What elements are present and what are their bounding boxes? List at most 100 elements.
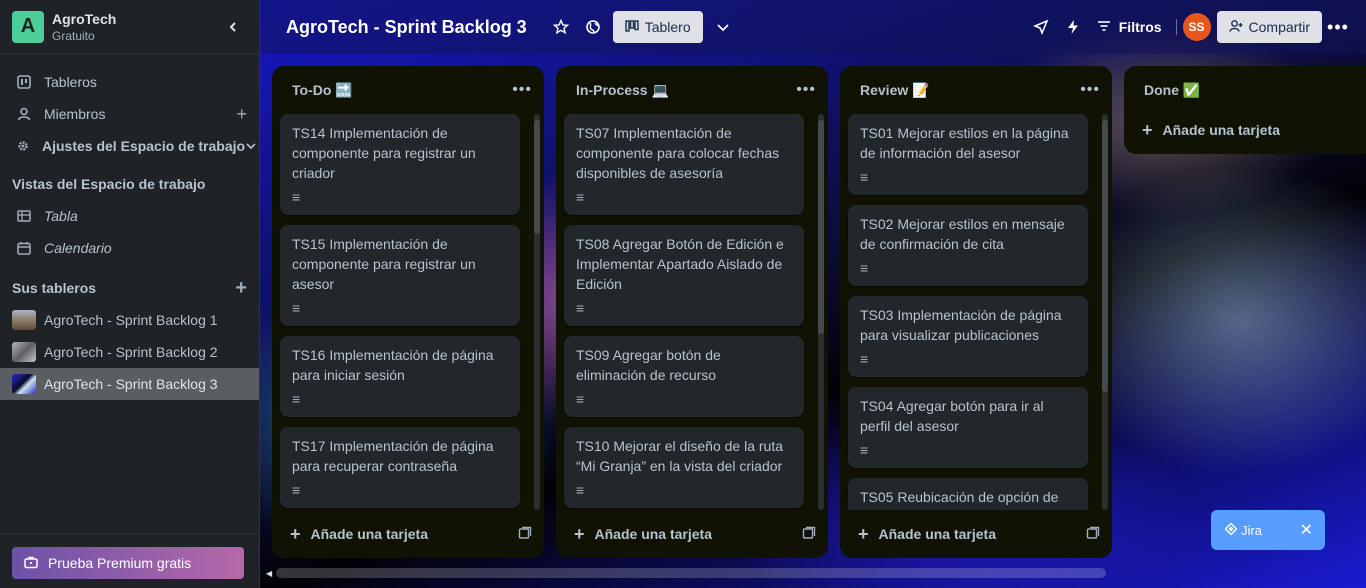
list-menu-icon[interactable]: ••• xyxy=(1080,81,1100,99)
sidebar-item-calendario[interactable]: Calendario xyxy=(0,232,259,264)
card[interactable]: TS08 Agregar Botón de Edición e Implemen… xyxy=(564,225,804,326)
card[interactable]: TS03 Implementación de página para visua… xyxy=(848,296,1088,377)
sidebar-item-label: Calendario xyxy=(44,240,112,256)
filters-label: Filtros xyxy=(1118,19,1162,35)
card[interactable]: TS14 Implementación de componente para r… xyxy=(280,114,520,215)
send-icon[interactable] xyxy=(1025,11,1057,43)
sidebar-item-miembros[interactable]: Miembros + xyxy=(0,98,259,130)
workspace-name[interactable]: AgroTech xyxy=(52,10,219,28)
more-icon[interactable]: ••• xyxy=(1322,11,1354,43)
workspace-logo[interactable]: A xyxy=(12,10,44,43)
card[interactable]: TS17 Implementación de página para recup… xyxy=(280,427,520,508)
sidebar-item-tableros[interactable]: Tableros xyxy=(0,66,259,98)
card-title: TS05 Reubicación de opción de xyxy=(860,489,1059,505)
list-title[interactable]: To-Do 🔜 xyxy=(292,82,512,99)
list-scrollbar-thumb[interactable] xyxy=(534,120,540,234)
template-icon[interactable] xyxy=(802,526,816,543)
board-scrollbar-thumb[interactable] xyxy=(276,568,1107,578)
add-person-icon xyxy=(1228,19,1243,36)
chevron-down-icon[interactable] xyxy=(245,136,257,157)
card[interactable]: TS10 Mejorar el diseño de la ruta “Mi Gr… xyxy=(564,427,804,508)
close-icon[interactable]: ✕ xyxy=(1300,520,1313,540)
board-view-button[interactable]: Tablero xyxy=(612,11,703,43)
sidebar-board-1[interactable]: AgroTech - Sprint Backlog 1 xyxy=(0,304,259,336)
card[interactable]: TS05 Reubicación de opción de xyxy=(848,478,1088,510)
list-scrollbar[interactable] xyxy=(534,114,540,510)
card-title: TS15 Implementación de componente para r… xyxy=(292,236,476,292)
add-card-button[interactable]: + Añade una tarjeta xyxy=(290,524,518,545)
add-card-label: Añade una tarjeta xyxy=(878,526,996,542)
description-icon: ≡ xyxy=(292,300,301,316)
card[interactable]: TS01 Mejorar estilos en la página de inf… xyxy=(848,114,1088,195)
card-title: TS14 Implementación de componente para r… xyxy=(292,125,476,181)
card-list: TS07 Implementación de componente para c… xyxy=(556,114,828,510)
collapse-sidebar-button[interactable] xyxy=(219,13,247,41)
list-title[interactable]: Review 📝 xyxy=(860,82,1080,99)
description-icon: ≡ xyxy=(860,260,869,276)
card-list: TS14 Implementación de componente para r… xyxy=(272,114,544,510)
views-title: Vistas del Espacio de trabajo xyxy=(12,176,206,192)
scroll-left-icon[interactable]: ◀ xyxy=(266,569,272,578)
card[interactable]: TS07 Implementación de componente para c… xyxy=(564,114,804,215)
card-title: TS07 Implementación de componente para c… xyxy=(576,125,780,181)
card[interactable]: TS16 Implementación de página para inici… xyxy=(280,336,520,417)
sidebar-item-tabla[interactable]: Tabla xyxy=(0,200,259,232)
list-todo: To-Do 🔜 ••• TS14 Implementación de compo… xyxy=(272,66,544,558)
list-scrollbar-thumb[interactable] xyxy=(1102,120,1108,392)
add-board-icon[interactable]: + xyxy=(235,277,247,300)
description-icon: ≡ xyxy=(292,482,301,498)
card-title: TS09 Agregar botón de eliminación de rec… xyxy=(576,347,721,383)
filter-icon xyxy=(1097,19,1111,35)
add-card-button[interactable]: + Añade una tarjeta xyxy=(858,524,1086,545)
premium-trial-button[interactable]: Prueba Premium gratis xyxy=(12,547,244,579)
list-footer: + Añade una tarjeta xyxy=(556,510,828,558)
list-menu-icon[interactable]: ••• xyxy=(512,81,532,99)
card[interactable]: TS15 Implementación de componente para r… xyxy=(280,225,520,326)
description-icon: ≡ xyxy=(576,391,585,407)
card-title: TS01 Mejorar estilos en la página de inf… xyxy=(860,125,1069,161)
board-horizontal-scrollbar[interactable]: ◀ xyxy=(260,566,1366,580)
add-card-button[interactable]: + Añade una tarjeta xyxy=(1124,114,1366,146)
board-view-label: Tablero xyxy=(644,19,691,35)
add-member-icon[interactable]: + xyxy=(236,104,247,125)
sidebar-divider xyxy=(0,533,259,534)
share-button[interactable]: Compartir xyxy=(1216,11,1322,43)
filters-button[interactable]: Filtros xyxy=(1089,11,1170,43)
board-view-icon xyxy=(625,19,639,35)
card[interactable]: TS09 Agregar botón de eliminación de rec… xyxy=(564,336,804,417)
sidebar-item-ajustes[interactable]: Ajustes del Espacio de trabajo xyxy=(0,130,259,162)
sidebar-board-2[interactable]: AgroTech - Sprint Backlog 2 xyxy=(0,336,259,368)
globe-icon[interactable] xyxy=(577,11,609,43)
description-icon: ≡ xyxy=(860,351,869,367)
add-card-button[interactable]: + Añade una tarjeta xyxy=(574,524,802,545)
table-icon xyxy=(16,209,32,223)
template-icon[interactable] xyxy=(1086,526,1100,543)
description-icon: ≡ xyxy=(292,189,301,205)
jira-popup[interactable]: Jira ✕ xyxy=(1211,510,1325,550)
card-list: TS01 Mejorar estilos en la página de inf… xyxy=(840,114,1112,510)
sidebar-board-3[interactable]: AgroTech - Sprint Backlog 3 xyxy=(0,368,259,400)
list-title[interactable]: In-Process 💻 xyxy=(576,82,796,99)
card[interactable]: TS02 Mejorar estilos en mensaje de confi… xyxy=(848,205,1088,286)
chevron-down-icon[interactable] xyxy=(707,11,739,43)
list-menu-icon[interactable]: ••• xyxy=(796,81,816,99)
board-title[interactable]: AgroTech - Sprint Backlog 3 xyxy=(286,17,527,38)
avatar[interactable]: SS xyxy=(1182,13,1211,41)
card-title: TS02 Mejorar estilos en mensaje de confi… xyxy=(860,216,1065,252)
board-thumbnail xyxy=(12,342,36,362)
list-scrollbar[interactable] xyxy=(818,114,824,510)
template-icon[interactable] xyxy=(518,526,532,543)
star-icon[interactable] xyxy=(545,11,577,43)
description-icon: ≡ xyxy=(860,442,869,458)
list-scrollbar[interactable] xyxy=(1102,114,1108,510)
card[interactable]: TS04 Agregar botón para ir al perfil del… xyxy=(848,387,1088,468)
list-scrollbar-thumb[interactable] xyxy=(818,120,824,334)
lightning-icon[interactable] xyxy=(1057,11,1089,43)
board-icon xyxy=(16,75,32,89)
workspace-info: AgroTech Gratuito xyxy=(52,10,219,44)
list-title[interactable]: Done ✅ xyxy=(1144,82,1366,99)
card-title: TS17 Implementación de página para recup… xyxy=(292,438,494,474)
card-title: TS08 Agregar Botón de Edición e Implemen… xyxy=(576,236,784,292)
list-header: Done ✅ xyxy=(1124,66,1366,114)
card-title: TS04 Agregar botón para ir al perfil del… xyxy=(860,398,1044,434)
